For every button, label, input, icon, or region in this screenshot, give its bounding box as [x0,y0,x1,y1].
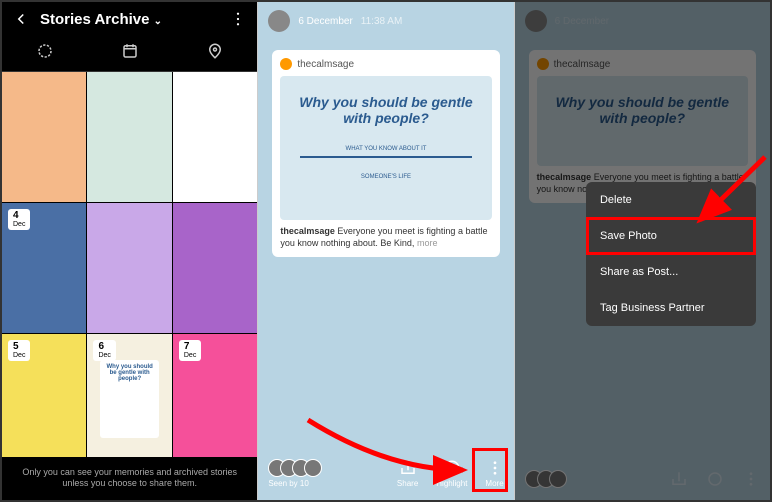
archive-title[interactable]: Stories Archive ⌄ [40,11,219,28]
archive-item[interactable] [173,203,257,333]
highlight-button[interactable]: Highlight [436,459,467,488]
archive-panel: Stories Archive ⌄ 4Dec 5Dec 6Dec Why you… [2,2,258,500]
date-badge: 6Dec [93,340,115,361]
card-username: thecalmsage [280,58,491,70]
seen-by[interactable]: Seen by 10 [268,459,322,488]
date-badge: 4Dec [8,209,30,230]
viewer-avatars [268,459,322,477]
more-icon[interactable] [229,10,247,28]
archive-item[interactable]: 6Dec Why you should be gentle with peopl… [87,334,171,457]
story-card[interactable]: thecalmsage Why you should be gentle wit… [272,50,499,257]
card-caption: thecalmsage Everyone you meet is fightin… [280,226,491,249]
menu-delete[interactable]: Delete [586,182,756,218]
story-date: 6 December [298,16,352,27]
calendar-tab-icon[interactable] [121,42,139,65]
archive-item[interactable] [87,72,171,202]
menu-save-photo[interactable]: Save Photo [586,218,756,254]
card-sub1: WHAT YOU KNOW ABOUT IT [290,146,481,152]
more-link[interactable]: more [417,238,438,248]
archive-item[interactable] [173,72,257,202]
archive-item[interactable]: 7Dec [173,334,257,457]
story-bottom-bar: Seen by 10 Share Highlight More [258,451,513,500]
story-menu-panel: 6 December thecalmsage Why you should be… [515,2,770,500]
story-header: 6 December 11:38 AM [258,2,513,40]
card-headline: Why you should be gentle with people? [290,94,481,126]
date-badge: 7Dec [179,340,201,361]
thumbnail-text: Why you should be gentle with people? [100,360,159,438]
archive-header: Stories Archive ⌄ [2,2,257,36]
avatar[interactable] [268,10,290,32]
archive-footer-text: Only you can see your memories and archi… [2,457,257,500]
share-icon [399,459,417,477]
user-avatar-icon [280,58,292,70]
date-badge: 5Dec [8,340,30,361]
divider-icon [300,156,471,158]
story-view-panel: 6 December 11:38 AM thecalmsage Why you … [258,2,514,500]
archive-grid: 4Dec 5Dec 6Dec Why you should be gentle … [2,72,257,457]
archive-item[interactable] [87,203,171,333]
highlight-icon [443,459,461,477]
menu-share-post[interactable]: Share as Post... [586,254,756,290]
location-tab-icon[interactable] [206,42,224,65]
menu-tag-partner[interactable]: Tag Business Partner [586,290,756,326]
archive-item[interactable]: 4Dec [2,203,86,333]
context-menu: Delete Save Photo Share as Post... Tag B… [586,182,756,326]
archive-item[interactable] [2,72,86,202]
share-button[interactable]: Share [397,459,418,488]
archive-item[interactable]: 5Dec [2,334,86,457]
back-icon[interactable] [12,10,30,28]
more-vertical-icon [486,459,504,477]
card-image: Why you should be gentle with people? WH… [280,76,491,220]
card-sub2: SOMEONE'S LIFE [290,174,481,180]
story-time: 11:38 AM [361,16,403,27]
reel-tab-icon[interactable] [36,42,54,65]
archive-tabs [2,36,257,72]
more-button[interactable]: More [485,459,503,488]
